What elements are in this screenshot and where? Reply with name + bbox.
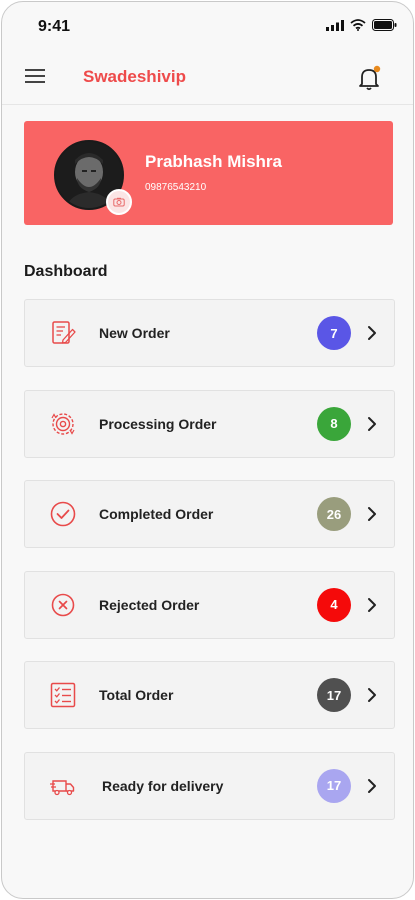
- count-badge: 7: [317, 316, 351, 350]
- count-badge: 8: [317, 406, 351, 441]
- dashboard-item-completed-order[interactable]: Completed Order 26: [24, 480, 395, 549]
- chevron-right-icon: [368, 326, 376, 340]
- x-circle-icon: [51, 593, 75, 617]
- checklist-icon: [50, 683, 76, 708]
- profile-phone: 09876543210: [145, 182, 207, 193]
- dashboard-item-label: Completed Order: [99, 506, 214, 523]
- delivery-truck-icon: [50, 780, 75, 796]
- profile-name: Prabhash Mishra: [145, 152, 282, 171]
- dashboard-list: New Order 7 Processing Order 8 Completed…: [24, 299, 395, 843]
- dashboard-item-processing-order[interactable]: Processing Order 8: [24, 389, 395, 458]
- status-time: 9:41: [38, 18, 71, 35]
- dashboard-item-ready-for-delivery[interactable]: Ready for delivery 17: [24, 751, 395, 820]
- dashboard-item-rejected-order[interactable]: Rejected Order 4: [24, 570, 395, 639]
- dashboard-item-label: Processing Order: [99, 415, 217, 432]
- signal-icon: [326, 19, 344, 31]
- section-title: Dashboard: [24, 263, 108, 280]
- wifi-icon: [350, 19, 366, 31]
- battery-icon: [372, 19, 397, 31]
- dashboard-item-total-order[interactable]: Total Order 17: [24, 661, 395, 730]
- chevron-right-icon: [368, 597, 376, 612]
- camera-button[interactable]: [106, 189, 132, 215]
- count-badge: 26: [317, 497, 351, 532]
- edit-document-icon: [52, 321, 76, 344]
- dashboard-item-label: New Order: [99, 325, 170, 341]
- status-icons: [326, 19, 397, 31]
- processing-gear-icon: [51, 412, 75, 435]
- dashboard-item-new-order[interactable]: New Order 7: [24, 299, 395, 367]
- dashboard-item-label: Total Order: [99, 687, 174, 704]
- hamburger-icon: [25, 69, 45, 83]
- status-bar: 9:41: [2, 2, 413, 52]
- dashboard-item-label: Ready for delivery: [102, 777, 224, 794]
- notification-button[interactable]: [357, 64, 383, 92]
- chevron-right-icon: [368, 507, 376, 522]
- camera-icon: [113, 197, 125, 207]
- phone-frame: 9:41 Swadeshivip Prabhash Mishra 0987654…: [1, 1, 414, 899]
- menu-button[interactable]: [24, 67, 48, 89]
- profile-card: Prabhash Mishra 09876543210: [24, 121, 393, 225]
- check-circle-icon: [50, 501, 76, 527]
- count-badge: 4: [317, 587, 351, 622]
- chevron-right-icon: [368, 778, 376, 793]
- chevron-right-icon: [368, 688, 376, 703]
- dashboard-item-label: Rejected Order: [99, 596, 200, 613]
- count-badge: 17: [317, 678, 351, 713]
- count-badge: 17: [317, 768, 351, 803]
- app-title: Swadeshivip: [83, 67, 186, 86]
- chevron-right-icon: [368, 416, 376, 431]
- app-header: Swadeshivip: [2, 52, 413, 105]
- bell-icon: [359, 65, 381, 91]
